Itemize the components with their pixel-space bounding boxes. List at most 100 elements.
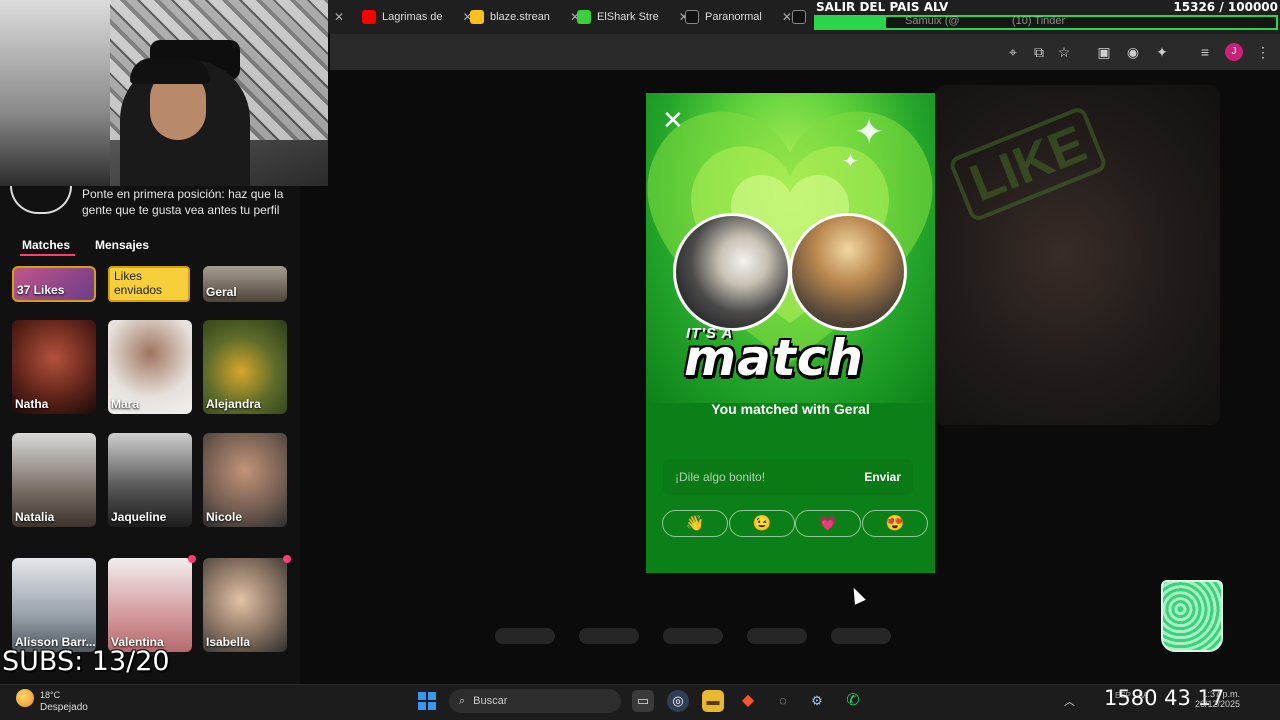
- user-photo: [673, 213, 791, 331]
- chrome-icon[interactable]: ◎: [667, 690, 689, 712]
- match-card[interactable]: Jaqueline: [108, 433, 192, 527]
- extension-icon[interactable]: ▣: [1095, 43, 1113, 61]
- likes-card[interactable]: 37 Likes: [12, 266, 96, 302]
- weather-icon[interactable]: [16, 689, 34, 707]
- tab-label: Samuix (@: [905, 15, 960, 27]
- close-icon[interactable]: ✕: [662, 107, 684, 133]
- tiktok-icon: [685, 10, 699, 24]
- match-name: Isabella: [206, 635, 251, 649]
- match-modal: ✦ ✦ ✕ IT'S A match You matched with Gera…: [646, 93, 935, 573]
- match-card[interactable]: Mara: [108, 320, 192, 414]
- match-name: Natalia: [15, 510, 55, 524]
- clock-date: 26/12/2025: [1195, 699, 1241, 709]
- match-card[interactable]: Isabella: [203, 558, 287, 652]
- obs-icon[interactable]: ◌: [772, 690, 794, 712]
- heart-eyes-emoji-button[interactable]: 😍: [862, 510, 928, 537]
- kick-icon: [577, 10, 591, 24]
- subs-goal-overlay: SUBS: 13/20: [2, 646, 170, 677]
- browser-tab[interactable]: (10) Tinder: [1012, 10, 1065, 32]
- match-name: Geral: [206, 285, 237, 299]
- tab-tiktok[interactable]: Paranormal ✕: [685, 6, 792, 28]
- windows-start-icon[interactable]: [418, 692, 436, 710]
- webcam-monitor: [0, 0, 110, 186]
- browser-tab[interactable]: Samuix (@: [905, 10, 960, 32]
- discord-icon[interactable]: ◉: [1124, 43, 1142, 61]
- location-icon[interactable]: ⌖: [1004, 43, 1022, 61]
- weather-description[interactable]: Despejado: [40, 702, 88, 713]
- webcam-feed: [0, 0, 328, 186]
- brave-icon[interactable]: ◆: [737, 690, 759, 712]
- match-card[interactable]: Natha: [12, 320, 96, 414]
- background-action: [579, 628, 639, 644]
- webcam-cap: [130, 58, 210, 84]
- likes-count: 37 Likes: [17, 283, 65, 297]
- wave-emoji-button[interactable]: 👋: [662, 510, 728, 537]
- puzzle-extensions-icon[interactable]: ✦: [1153, 43, 1171, 61]
- background-action: [663, 628, 723, 644]
- steam-icon[interactable]: ⚙: [806, 690, 828, 712]
- search-icon: ⌕: [459, 694, 466, 707]
- background-action: [495, 628, 555, 644]
- match-name: Alejandra: [206, 397, 261, 411]
- match-card[interactable]: Alejandra: [203, 320, 287, 414]
- boost-promo-text[interactable]: Ponte en primera posición: haz que la ge…: [82, 186, 292, 218]
- profile-avatar[interactable]: J: [1225, 43, 1243, 61]
- overlay-goal-fill: [816, 17, 887, 28]
- matched-with-text: You matched with Geral: [711, 401, 870, 417]
- overlay-cup-widget: [1161, 580, 1223, 652]
- heart-emoji-button[interactable]: 💗: [795, 510, 861, 537]
- wink-emoji-button[interactable]: 😉: [729, 510, 795, 537]
- media-controls-icon[interactable]: ≡: [1196, 43, 1214, 61]
- tab-close-prev[interactable]: ✕: [334, 6, 344, 28]
- file-explorer-icon[interactable]: ▬: [702, 690, 724, 712]
- match-card-geral[interactable]: Geral: [203, 266, 287, 302]
- match-card[interactable]: Alisson Barr...: [12, 558, 96, 652]
- message-input[interactable]: ¡Dile algo bonito! Enviar: [663, 459, 913, 495]
- install-app-icon[interactable]: ⧉: [1030, 43, 1048, 61]
- sparkle-icon: ✦: [842, 151, 859, 173]
- match-name: Jaqueline: [111, 510, 167, 524]
- match-card[interactable]: Valentina: [108, 558, 192, 652]
- mouse-cursor-icon: [848, 585, 866, 605]
- new-match-dot: [188, 555, 196, 563]
- youtube-icon: [362, 10, 376, 24]
- search-label: Buscar: [473, 695, 508, 707]
- message-placeholder[interactable]: ¡Dile algo bonito!: [675, 470, 864, 484]
- match-name: Mara: [111, 397, 140, 411]
- tab-matches[interactable]: Matches: [22, 238, 70, 252]
- send-button[interactable]: Enviar: [864, 470, 901, 484]
- taskbar-clock[interactable]: 1:37 p.m. 26/12/2025: [1195, 689, 1240, 709]
- tab-blaze[interactable]: blaze.strean ✕: [470, 6, 580, 28]
- tab-tiktok-2[interactable]: [792, 6, 806, 28]
- match-hero: ✦ ✦ ✕ IT'S A match: [646, 93, 935, 403]
- overlay-goal-count: 15326 / 100000: [1173, 0, 1278, 14]
- tab-youtube[interactable]: Lagrimas de ✕: [362, 6, 473, 28]
- tray-chevron-icon[interactable]: ︿: [1064, 693, 1075, 709]
- whatsapp-icon[interactable]: ✆: [842, 690, 864, 712]
- tab-kick[interactable]: ElShark Stre ✕: [577, 6, 689, 28]
- background-action-bar: [495, 628, 1095, 650]
- likes-sent-card[interactable]: Likes enviados: [108, 266, 190, 302]
- match-photo: [789, 213, 907, 331]
- bookmark-star-icon[interactable]: ☆: [1055, 43, 1073, 61]
- tab-messages[interactable]: Mensajes: [95, 238, 149, 252]
- close-tab-icon[interactable]: ✕: [782, 10, 792, 24]
- background-action: [747, 628, 807, 644]
- taskbar-search[interactable]: ⌕ Buscar: [449, 689, 621, 713]
- blaze-icon: [470, 10, 484, 24]
- tab-label: (10) Tinder: [1012, 15, 1066, 27]
- tab-label: Paranormal: [705, 11, 762, 23]
- task-view-icon[interactable]: ▭: [632, 690, 654, 712]
- match-card[interactable]: Natalia: [12, 433, 96, 527]
- match-name: Nicole: [206, 510, 243, 524]
- weather-temperature[interactable]: 18°C: [40, 690, 60, 700]
- sparkle-icon: ✦: [854, 111, 885, 152]
- match-card[interactable]: Nicole: [203, 433, 287, 527]
- match-name: Natha: [15, 397, 49, 411]
- menu-dots-icon[interactable]: ⋮: [1254, 43, 1272, 61]
- tab-label: Lagrimas de: [382, 11, 443, 23]
- new-match-dot: [283, 555, 291, 563]
- active-tab-indicator: [20, 254, 75, 256]
- background-action: [831, 628, 891, 644]
- clock-time: 1:37 p.m.: [1202, 689, 1241, 699]
